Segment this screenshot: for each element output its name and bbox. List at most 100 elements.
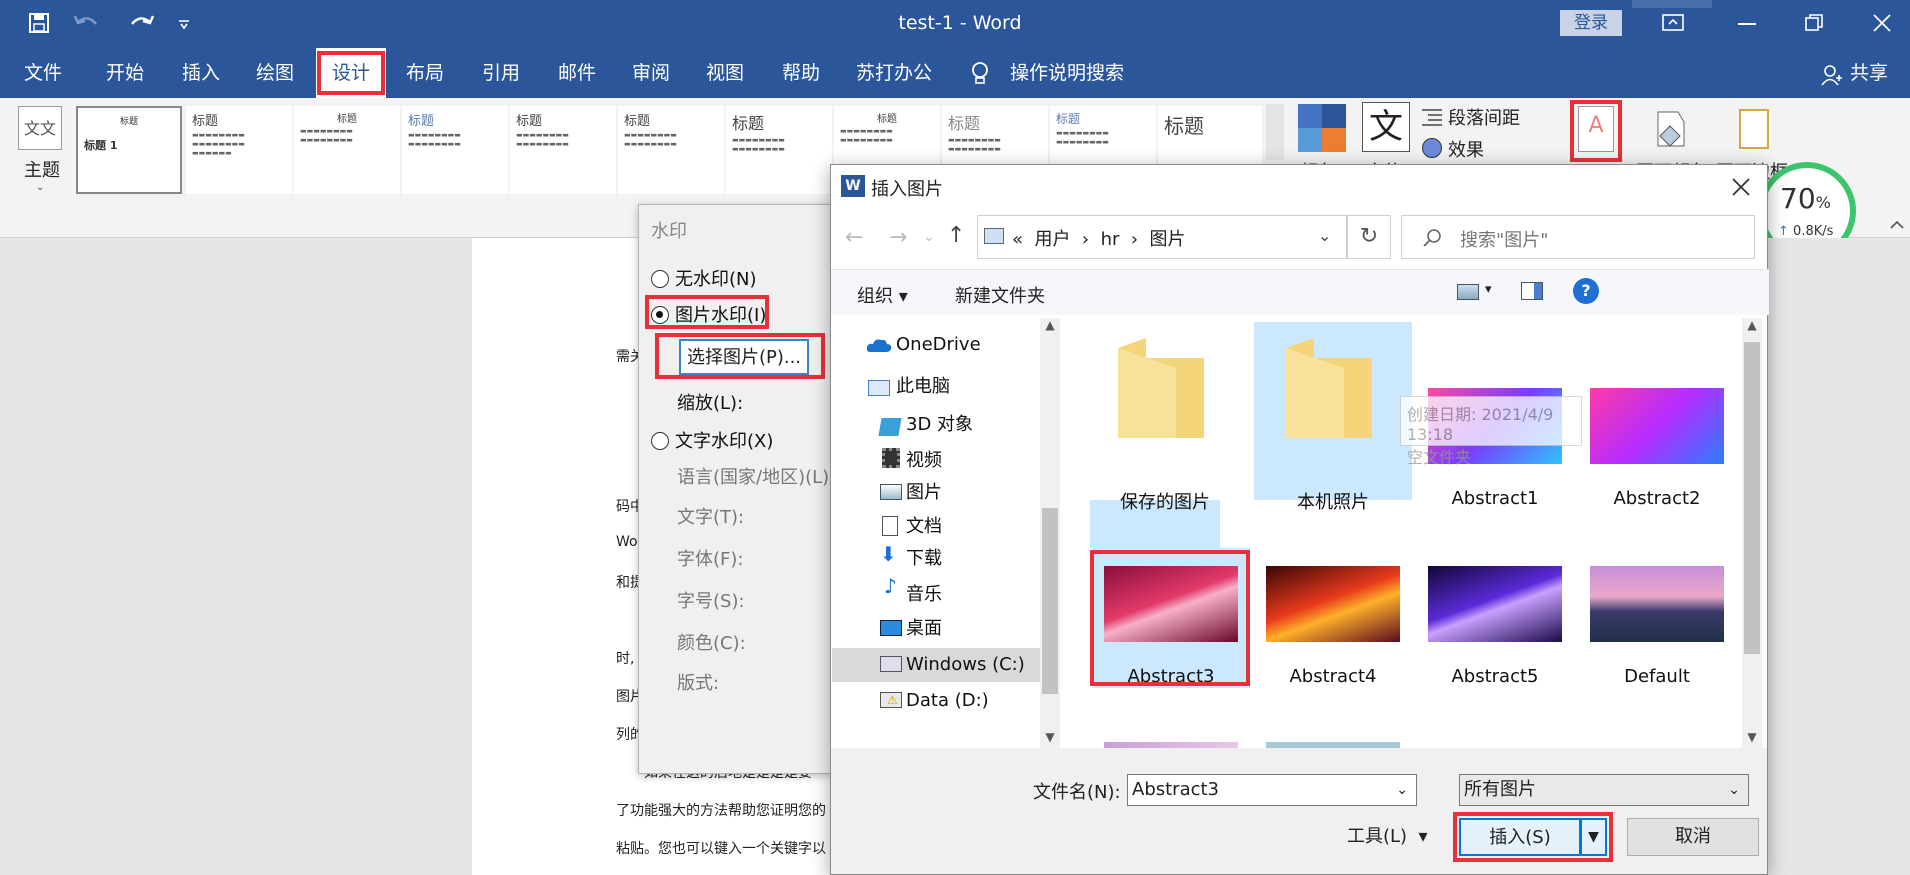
nav-item-videos[interactable]: 视频 [906, 446, 942, 476]
no-watermark-radio[interactable]: 无水印(N) [651, 265, 757, 291]
undo-icon[interactable] [72, 12, 102, 34]
effects-button[interactable]: 效果 [1448, 136, 1484, 162]
insert-dropdown-arrow[interactable]: ▼ [1581, 818, 1607, 856]
radio-selected-icon[interactable] [651, 306, 669, 324]
forward-arrow-icon[interactable]: → [889, 225, 907, 250]
organize-menu[interactable]: 组织 ▾ [857, 282, 908, 308]
nav-item-onedrive[interactable]: OneDrive [896, 330, 981, 360]
recent-chevron-icon[interactable]: ⌄ [923, 229, 935, 245]
file-item-default[interactable]: Default [1578, 566, 1736, 746]
themes-icon[interactable]: 文文 [18, 106, 62, 150]
search-box[interactable]: 搜索"图片" [1401, 215, 1755, 259]
close-icon[interactable] [1731, 177, 1751, 197]
tools-menu[interactable]: 工具(L) ▾ [1347, 822, 1428, 848]
radio-icon[interactable] [651, 270, 669, 288]
computer-icon [868, 380, 890, 396]
tab-insert[interactable]: 插入 [182, 58, 220, 88]
view-options-icon[interactable] [1457, 284, 1479, 300]
file-item-abstract5[interactable]: Abstract5 [1416, 566, 1574, 746]
file-item-abstract2[interactable]: Abstract2 [1578, 388, 1736, 568]
style-gallery-item[interactable]: 标题 ▬▬▬▬▬▬▬▬ ▬▬▬▬▬▬▬▬ [618, 106, 724, 194]
page-border-icon[interactable] [1736, 106, 1772, 152]
paragraph-spacing-button[interactable]: 段落间距 [1448, 104, 1520, 130]
share-button[interactable]: 共享 [1850, 58, 1888, 88]
nav-item-documents[interactable]: 文档 [906, 512, 942, 542]
tab-draw[interactable]: 绘图 [256, 58, 294, 88]
nav-item-pictures[interactable]: 图片 [906, 478, 942, 508]
nav-item-drive-d[interactable]: Data (D:) [906, 686, 989, 716]
cancel-button[interactable]: 取消 [1627, 818, 1759, 856]
nav-item-desktop[interactable]: 桌面 [906, 614, 942, 644]
nav-scrollbar-thumb[interactable] [1042, 508, 1058, 694]
text-watermark-radio[interactable]: 文字水印(X) [651, 427, 773, 453]
colors-icon[interactable] [1298, 104, 1346, 152]
fonts-icon[interactable]: 文 [1362, 102, 1410, 152]
tab-file[interactable]: 文件 [24, 58, 62, 88]
tab-references[interactable]: 引用 [482, 58, 520, 88]
help-icon[interactable]: ? [1573, 278, 1599, 304]
chevron-down-icon[interactable]: ▾ [1485, 282, 1492, 297]
tab-design[interactable]: 设计 [316, 48, 386, 98]
back-arrow-icon[interactable]: ← [845, 225, 863, 250]
style-gallery-item[interactable]: 标题 ▬▬▬▬▬▬▬▬ ▬▬▬▬▬▬▬▬ ▬▬▬▬▬▬ [186, 106, 292, 194]
minimize-icon[interactable] [1738, 22, 1758, 26]
refresh-icon[interactable]: ↻ [1347, 215, 1391, 259]
gallery-scrollbar[interactable] [1266, 104, 1284, 160]
close-window-icon[interactable] [1872, 13, 1892, 33]
file-scrollbar-thumb[interactable] [1744, 342, 1760, 654]
navigation-pane: OneDrive 此电脑 3D 对象 视频 图片 文档 ⬇ 下载 ♪ 音乐 桌面… [832, 318, 1040, 748]
tab-review[interactable]: 审阅 [632, 58, 670, 88]
effects-icon[interactable] [1422, 138, 1442, 158]
nav-item-downloads[interactable]: 下载 [906, 544, 942, 574]
page-color-icon[interactable] [1648, 106, 1692, 152]
watermark-icon[interactable]: A [1578, 106, 1614, 152]
insert-button[interactable]: 插入(S) [1459, 818, 1581, 856]
picture-watermark-radio[interactable]: 图片水印(I) [651, 301, 766, 327]
file-scrollbar[interactable]: ▲ ▼ [1742, 318, 1762, 748]
file-item-saved-pictures[interactable]: 保存的图片 [1086, 338, 1244, 518]
ribbon-display-options-icon[interactable] [1662, 12, 1684, 32]
style-gallery-item[interactable]: 标题 标题 1 [76, 106, 182, 194]
filename-input[interactable]: Abstract3 ⌄ [1127, 774, 1417, 806]
style-gallery-item[interactable]: 标题 ▬▬▬▬▬▬▬▬ ▬▬▬▬▬▬▬▬ [402, 106, 508, 194]
filetype-select[interactable]: 所有图片 ⌄ [1459, 774, 1749, 806]
nav-item-3d-objects[interactable]: 3D 对象 [906, 410, 973, 440]
tell-me-search[interactable]: 操作说明搜索 [1010, 58, 1124, 88]
customize-toolbar-icon[interactable] [178, 18, 190, 30]
window-title: test-1 - Word [898, 12, 1022, 34]
file-item-abstract4[interactable]: Abstract4 [1254, 566, 1412, 746]
save-icon[interactable] [28, 12, 50, 34]
restore-icon[interactable] [1804, 13, 1824, 33]
collapse-ribbon-icon[interactable] [1890, 220, 1904, 230]
nav-item-music[interactable]: 音乐 [906, 580, 942, 610]
address-bar[interactable]: « 用户 › hr › 图片 ⌄ [977, 215, 1347, 259]
preview-pane-icon[interactable] [1521, 282, 1543, 300]
nav-scrollbar[interactable]: ▲ ▼ [1040, 318, 1060, 748]
lightbulb-icon [972, 62, 988, 84]
tab-help[interactable]: 帮助 [782, 58, 820, 88]
themes-label[interactable]: 主题 [24, 156, 60, 182]
tab-view[interactable]: 视图 [706, 58, 744, 88]
select-picture-button[interactable]: 选择图片(P)... [679, 339, 809, 375]
new-folder-button[interactable]: 新建文件夹 [955, 282, 1045, 308]
chevron-down-icon[interactable]: ⌄ [36, 182, 44, 193]
file-item-abstract3[interactable]: Abstract3 [1092, 566, 1250, 746]
login-button[interactable]: 登录 [1560, 10, 1622, 36]
pictures-icon [880, 484, 902, 500]
radio-icon[interactable] [651, 432, 669, 450]
chevron-down-icon[interactable]: ⌄ [1318, 226, 1331, 245]
tab-layout[interactable]: 布局 [406, 58, 444, 88]
tab-mailings[interactable]: 邮件 [558, 58, 596, 88]
file-item-camera-roll[interactable]: 本机照片 [1254, 338, 1412, 518]
style-gallery-item[interactable]: 标题 ▬▬▬▬▬▬▬▬ ▬▬▬▬▬▬▬▬ [510, 106, 616, 194]
up-arrow-icon[interactable]: ↑ [947, 223, 965, 248]
share-icon[interactable] [1820, 64, 1842, 86]
redo-icon[interactable] [128, 12, 156, 34]
style-gallery-item[interactable]: 标题 ▬▬▬▬▬▬▬▬ ▬▬▬▬▬▬▬▬ [726, 106, 832, 194]
tab-soda-office[interactable]: 苏打办公 [856, 58, 932, 88]
tab-home[interactable]: 开始 [106, 58, 144, 88]
nav-item-drive-c[interactable]: Windows (C:) [906, 650, 1025, 680]
paragraph-spacing-icon[interactable] [1420, 106, 1444, 126]
nav-item-this-pc[interactable]: 此电脑 [896, 372, 950, 402]
style-gallery-item[interactable]: 标题 ▬▬▬▬▬▬▬▬ ▬▬▬▬▬▬▬▬ [294, 106, 400, 194]
